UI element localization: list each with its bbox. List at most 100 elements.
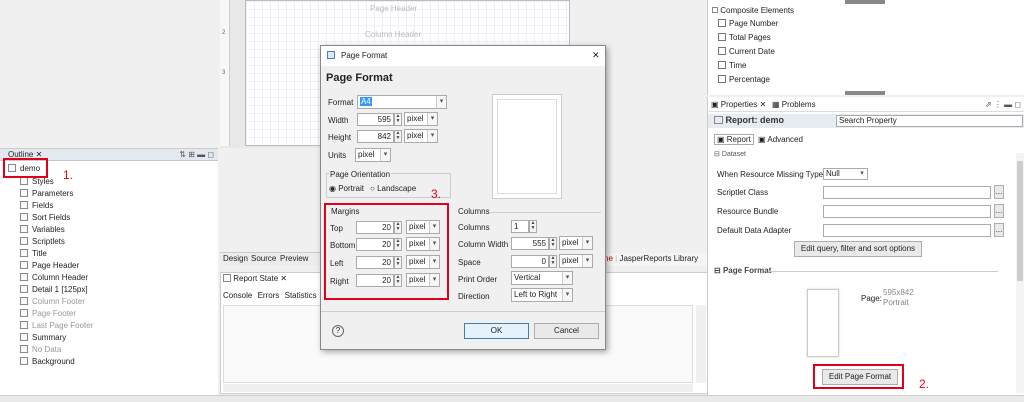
tree-item[interactable]: No Data [20,344,61,356]
tree-node-icon [20,237,28,245]
report-state-icon [223,274,231,282]
palette-scroll-thumb-bottom[interactable] [845,91,885,95]
columns-input[interactable]: 1 [511,220,529,233]
column-header-band[interactable]: Column Header [365,30,421,39]
chevron-down-icon: ▾ [436,96,446,108]
height-spinner[interactable]: ▲ ▼ [394,130,402,143]
library-tab-bar: fine | JasperReports Library [600,253,708,266]
scriptlet-browse-button[interactable]: ... [994,185,1004,199]
scrollbar-horizontal[interactable] [223,384,693,392]
palette-item[interactable]: Total Pages [718,33,771,42]
outline-toolbar-icons[interactable]: ⇅ ⊞ ▬ ◻ [179,149,214,161]
report-state-tab[interactable]: Report State ✕ [223,274,287,283]
tree-item[interactable]: Variables [20,224,65,236]
tab-jasper-library[interactable]: JasperReports Library [619,254,698,263]
tree-node-icon [20,297,28,305]
column-width-spinner[interactable]: ▲ ▼ [549,237,557,250]
tree-item-label: Background [32,357,75,366]
tree-node-icon [20,357,28,365]
tree-item[interactable]: Fields [20,200,53,212]
space-spinner[interactable]: ▲ ▼ [549,255,557,268]
format-select[interactable]: A4 ▾ [357,95,447,109]
palette-item[interactable]: Time [718,61,746,70]
palette-item-icon [718,19,726,27]
tree-item-label: Parameters [32,189,74,198]
adapter-browse-button[interactable]: ... [994,223,1004,237]
when-missing-select[interactable]: Null ▾ [823,168,868,180]
tab-problems[interactable]: ▦ Problems [772,99,816,111]
tree-item[interactable]: Parameters [20,188,73,200]
units-select[interactable]: pixel ▾ [355,148,391,162]
section-page-format[interactable]: ⊟ Page Format [714,266,771,275]
report-title-text: Report: demo [725,115,785,125]
tab-properties-label: Properties [720,100,758,109]
tab-preview[interactable]: Preview [280,253,308,265]
subtab-console[interactable]: Console [223,291,252,300]
tab-properties[interactable]: ▣ Properties ✕ [711,99,766,111]
height-label: Height [328,133,352,142]
unit-value: pixel [407,131,424,140]
tab-source[interactable]: Source [251,253,276,265]
cancel-button[interactable]: Cancel [534,323,599,339]
tab-advanced[interactable]: ▣ Advanced [758,135,803,144]
properties-scrollbar[interactable] [1016,153,1024,393]
format-value: A4 [360,97,372,106]
width-unit-select[interactable]: pixel ▾ [404,112,438,126]
search-property-input[interactable]: Search Property [836,115,1023,127]
annotation-3: 3. [431,187,442,201]
height-input[interactable]: 842 [357,130,394,143]
tree-item[interactable]: Page Footer [20,308,76,320]
width-spinner[interactable]: ▲ ▼ [394,113,402,126]
properties-scroll-thumb[interactable] [1017,161,1023,281]
properties-subtabs: ▣ Report ▣ Advanced [714,134,803,145]
tree-item-label: Summary [32,333,67,342]
section-dataset[interactable]: ⊟ Dataset [714,150,746,158]
landscape-radio[interactable]: ○ Landscape [370,184,416,193]
column-width-unit[interactable]: pixel ▾ [559,236,593,250]
space-input[interactable]: 0 [511,255,549,268]
tree-item[interactable]: Detail 1 [125px] [20,284,88,296]
print-order-select[interactable]: Vertical ▾ [511,271,573,285]
bundle-input[interactable] [823,205,991,218]
scriptlet-input[interactable] [823,186,991,199]
tree-item[interactable]: Sort Fields [20,212,70,224]
height-unit-select[interactable]: pixel ▾ [404,129,438,143]
bundle-browse-button[interactable]: ... [994,204,1004,218]
palette-header[interactable]: Composite Elements [712,6,794,15]
subtab-errors[interactable]: Errors [258,291,280,300]
tab-report[interactable]: ▣ Report [714,134,754,145]
subtab-statistics[interactable]: Statistics [285,291,317,300]
tree-item-label: Column Header [32,273,89,282]
space-unit[interactable]: pixel ▾ [559,254,593,268]
tree-item[interactable]: Last Page Footer [20,320,93,332]
tree-item-label: Page Footer [32,309,77,318]
palette-item-icon [718,33,726,41]
tree-item[interactable]: Column Footer [20,296,85,308]
ok-button[interactable]: OK [464,323,529,339]
tree-item[interactable]: Scriptlets [20,236,65,248]
scrollbar-vertical[interactable] [696,305,706,383]
tree-item[interactable]: Page Header [20,260,79,272]
tree-item-label: Page Header [32,261,80,270]
page-preview [492,94,562,199]
tree-item[interactable]: Title [20,248,47,260]
tree-item[interactable]: Summary [20,332,66,344]
palette-item[interactable]: Current Date [718,47,775,56]
tree-item[interactable]: Background [20,356,75,368]
adapter-input[interactable] [823,224,991,237]
direction-select[interactable]: Left to Right ▾ [511,288,573,302]
page-header-band[interactable]: Page Header [370,4,417,13]
column-width-input[interactable]: 555 [511,237,549,250]
palette-scroll-thumb[interactable] [845,0,885,4]
tree-item[interactable]: Column Header [20,272,88,284]
properties-toolbar-icons[interactable]: ⇗ ⋮ ▬ ◻ [985,99,1021,111]
portrait-radio[interactable]: ◉ Portrait [329,184,364,193]
edit-query-button[interactable]: Edit query, filter and sort options [794,241,922,257]
close-icon[interactable]: ✕ [592,50,600,61]
width-input[interactable]: 595 [357,113,394,126]
tab-design[interactable]: Design [223,253,248,265]
palette-item[interactable]: Percentage [718,75,770,84]
columns-spinner[interactable]: ▲ ▼ [529,220,537,233]
help-icon[interactable]: ? [332,325,344,337]
palette-item[interactable]: Page Number [718,19,778,28]
